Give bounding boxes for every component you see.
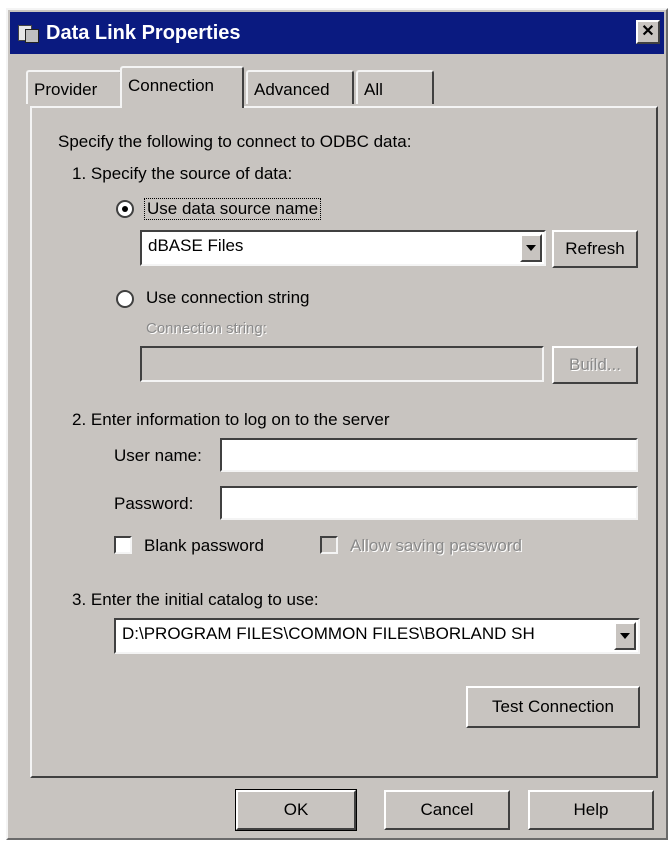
title-bar[interactable]: Data Link Properties ✕ <box>10 12 664 54</box>
catalog-dropdown-button[interactable] <box>614 622 636 650</box>
data-link-properties-dialog: Data Link Properties ✕ Provider Connecti… <box>6 8 668 840</box>
step3-heading: 3. Enter the initial catalog to use: <box>72 590 319 609</box>
connection-panel: Specify the following to connect to ODBC… <box>30 106 658 778</box>
dsn-dropdown-button[interactable] <box>520 234 542 262</box>
close-icon: ✕ <box>641 23 655 40</box>
blank-password-checkbox[interactable] <box>114 536 132 554</box>
build-button[interactable]: Build... <box>552 346 638 384</box>
connection-string-label: Connection string: <box>146 320 267 337</box>
window-title: Data Link Properties <box>46 21 241 44</box>
ok-button[interactable]: OK <box>235 789 357 831</box>
dsn-select[interactable]: dBASE Files <box>140 230 546 266</box>
tab-advanced[interactable]: Advanced <box>246 70 354 104</box>
step1-heading: 1. Specify the source of data: <box>72 164 293 183</box>
chevron-down-icon <box>526 245 536 251</box>
data-link-icon <box>18 23 40 43</box>
initial-catalog-select[interactable]: D:\PROGRAM FILES\COMMON FILES\BORLAND SH <box>114 618 640 654</box>
dsn-select-value: dBASE Files <box>148 236 244 255</box>
initial-catalog-value: D:\PROGRAM FILES\COMMON FILES\BORLAND SH <box>122 624 535 643</box>
intro-text: Specify the following to connect to ODBC… <box>58 132 412 151</box>
help-button[interactable]: Help <box>528 790 654 830</box>
allow-saving-password-checkbox[interactable] <box>320 536 338 554</box>
step2-heading: 2. Enter information to log on to the se… <box>72 410 390 429</box>
cancel-button[interactable]: Cancel <box>384 790 510 830</box>
refresh-button[interactable]: Refresh <box>552 230 638 268</box>
close-button[interactable]: ✕ <box>636 20 660 44</box>
tab-connection[interactable]: Connection <box>120 66 244 108</box>
username-input[interactable] <box>220 438 638 472</box>
allow-saving-password-label: Allow saving password <box>350 536 522 555</box>
radio-selected-dot <box>122 206 128 212</box>
use-connection-string-label[interactable]: Use connection string <box>146 288 309 308</box>
chevron-down-icon <box>620 633 630 639</box>
use-dsn-label[interactable]: Use data source name <box>144 198 322 220</box>
tab-provider[interactable]: Provider <box>26 70 122 104</box>
tab-all[interactable]: All <box>356 70 434 104</box>
password-label: Password: <box>114 494 194 513</box>
tab-connection-label: Connection <box>128 76 215 95</box>
tab-provider-label: Provider <box>34 80 98 99</box>
connection-string-input[interactable] <box>140 346 544 382</box>
tab-all-label: All <box>364 80 383 99</box>
password-input[interactable] <box>220 486 638 520</box>
username-label: User name: <box>114 446 202 465</box>
use-dsn-radio[interactable] <box>116 200 134 218</box>
use-connection-string-radio[interactable] <box>116 290 134 308</box>
tab-advanced-label: Advanced <box>254 80 330 99</box>
test-connection-button[interactable]: Test Connection <box>466 686 640 728</box>
blank-password-label[interactable]: Blank password <box>144 536 264 556</box>
